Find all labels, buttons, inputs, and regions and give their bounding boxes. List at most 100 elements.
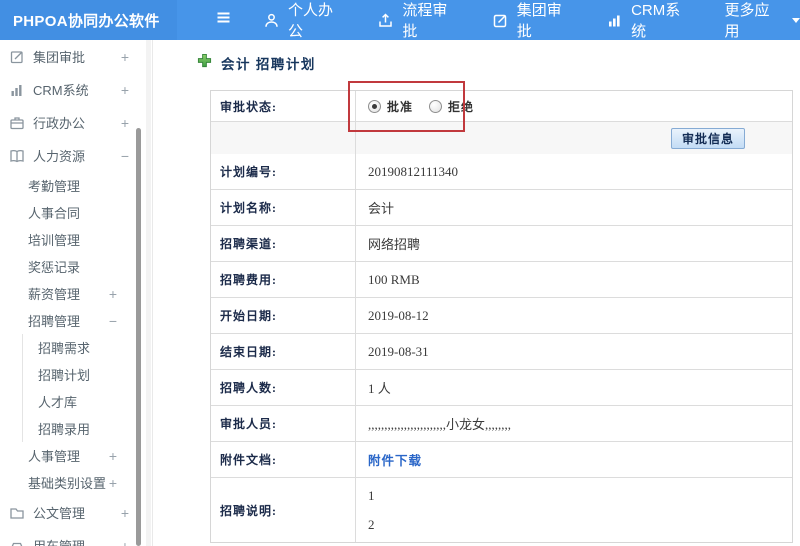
collapse-minus-icon[interactable]: −: [121, 148, 129, 164]
top-bar: PHPOA协同办公软件 个人办公 流程审批 集团审批 CRM系统 更多应用: [0, 0, 800, 40]
expand-plus-icon[interactable]: +: [121, 49, 129, 65]
expand-plus-icon[interactable]: +: [121, 538, 129, 546]
reject-radio[interactable]: [429, 99, 443, 113]
table-row: 结束日期: 2019-08-31: [211, 333, 792, 369]
sidebar-item-label: 薪资管理: [28, 287, 81, 302]
sidebar-item-13[interactable]: 招聘录用: [0, 415, 152, 442]
expand-plus-icon[interactable]: +: [109, 286, 117, 302]
sidebar: 集团审批 + CRM系统 + 行政办公 + 人力资源 − 考勤管理 人事合同培训管理奖惩记录薪资管…: [0, 40, 153, 546]
sidebar-item-15[interactable]: 基础类别设置 +: [0, 469, 152, 496]
sidebar-item-label: CRM系统: [33, 83, 89, 98]
approval-info-cell: 审批信息: [356, 122, 792, 154]
sidebar-item-8[interactable]: 薪资管理 +: [0, 280, 152, 307]
approval-status-row: 审批状态: 批准 拒绝: [211, 91, 792, 121]
sidebar-item-2[interactable]: 行政办公 +: [0, 106, 152, 139]
nav-label: 流程审批: [402, 2, 448, 40]
expand-plus-icon[interactable]: +: [109, 475, 117, 491]
app-logo: PHPOA协同办公软件: [0, 0, 177, 40]
sidebar-item-9[interactable]: 招聘管理 −: [0, 307, 152, 334]
sidebar-item-label: 用车管理: [33, 536, 85, 546]
menu-toggle-button[interactable]: [215, 9, 232, 31]
sidebar-item-5[interactable]: 人事合同: [0, 199, 152, 226]
chevron-down-icon: [792, 17, 800, 23]
nav-more-apps[interactable]: 更多应用: [725, 0, 800, 41]
table-row: 招聘渠道: 网络招聘: [211, 225, 792, 261]
sidebar-item-label: 基础类别设置: [28, 476, 107, 491]
recruitment-plan-form: 审批状态: 批准 拒绝 审批信息 计划编号: 20190812111340 计划名称…: [210, 90, 793, 543]
expand-plus-icon[interactable]: +: [109, 448, 117, 464]
form-rows: 计划编号: 20190812111340 计划名称: 会计 招聘渠道: 网络招聘 招聘费用:…: [211, 154, 792, 542]
chart-icon: [606, 12, 623, 29]
sidebar-item-label: 行政办公: [33, 116, 86, 131]
row-label: 计划名称:: [211, 190, 356, 225]
user-icon: [263, 12, 280, 29]
attachment-download-link[interactable]: 附件下载: [368, 450, 422, 469]
nav-crm-system[interactable]: CRM系统: [606, 0, 693, 41]
nav-label: CRM系统: [631, 2, 681, 40]
chart-icon: [9, 82, 25, 98]
sidebar-item-10[interactable]: 招聘需求: [0, 334, 152, 361]
approval-info-row: 审批信息: [211, 121, 792, 154]
row-label: 审批状态:: [211, 91, 356, 121]
add-icon: [197, 53, 212, 73]
sidebar-menu: 集团审批 + CRM系统 + 行政办公 + 人力资源 − 考勤管理 人事合同培训管理奖惩记录薪资管…: [0, 40, 152, 546]
row-label: 结束日期:: [211, 334, 356, 369]
sidebar-scrollbar[interactable]: [136, 128, 141, 546]
description-line: 1: [368, 487, 375, 503]
row-label: 附件文档:: [211, 442, 356, 477]
row-label: 招聘人数:: [211, 370, 356, 405]
row-value: 100 RMB: [368, 271, 420, 287]
nav-label: 个人办公: [288, 2, 334, 40]
approval-status-value: 批准 拒绝: [356, 91, 792, 121]
sidebar-item-label: 培训管理: [28, 233, 81, 248]
table-row: 计划名称: 会计: [211, 189, 792, 225]
nav-label: 集团审批: [516, 2, 562, 40]
row-value: 2019-08-12: [368, 307, 429, 323]
row-value: 网络招聘: [368, 237, 421, 252]
sidebar-item-label: 公文管理: [33, 506, 86, 521]
sidebar-item-6[interactable]: 培训管理: [0, 226, 152, 253]
sidebar-item-3[interactable]: 人力资源 −: [0, 139, 152, 172]
table-row: 招聘人数: 1 人: [211, 369, 792, 405]
row-value: 20190812111340: [368, 163, 459, 179]
sidebar-item-1[interactable]: CRM系统 +: [0, 73, 152, 106]
nav-label: 更多应用: [724, 2, 770, 40]
row-label: 招聘说明:: [211, 478, 356, 542]
expand-plus-icon[interactable]: +: [121, 115, 129, 131]
sidebar-item-4[interactable]: 考勤管理: [0, 172, 152, 199]
expand-plus-icon[interactable]: +: [121, 82, 129, 98]
nav-personal-office[interactable]: 个人办公: [263, 0, 346, 41]
row-value: 1 人: [368, 381, 391, 396]
briefcase-icon: [9, 115, 25, 131]
collapse-minus-icon[interactable]: −: [109, 313, 117, 329]
sidebar-item-12[interactable]: 人才库: [0, 388, 152, 415]
edit-icon: [9, 49, 25, 65]
row-label: 招聘渠道:: [211, 226, 356, 261]
table-row: 招聘说明: 1 2: [211, 477, 792, 542]
approval-info-button[interactable]: 审批信息: [671, 127, 746, 149]
flow-icon: [377, 12, 394, 29]
sidebar-item-7[interactable]: 奖惩记录: [0, 253, 152, 280]
nav-group-approval[interactable]: 集团审批: [492, 0, 575, 41]
row-label-empty: [211, 122, 356, 154]
row-label: 开始日期:: [211, 298, 356, 333]
sidebar-item-0[interactable]: 集团审批 +: [0, 40, 152, 73]
table-row: 计划编号: 20190812111340: [211, 154, 792, 189]
page-title: 会计 招聘计划: [221, 57, 316, 72]
sidebar-item-label: 人力资源: [33, 149, 86, 164]
reject-radio-label: 拒绝: [448, 99, 475, 114]
table-row: 开始日期: 2019-08-12: [211, 297, 792, 333]
app-window: PHPOA协同办公软件 个人办公 流程审批 集团审批 CRM系统 更多应用 集团…: [0, 0, 800, 546]
sidebar-item-16[interactable]: 公文管理 +: [0, 496, 152, 529]
sidebar-item-label: 奖惩记录: [28, 260, 81, 275]
row-value: ,,,,,,,,,,,,,,,,,,,,,,,,小龙女,,,,,,,,: [368, 417, 512, 432]
row-value: 附件下载: [356, 442, 792, 477]
expand-plus-icon[interactable]: +: [121, 505, 129, 521]
approve-radio[interactable]: [368, 99, 381, 113]
row-value: 会计: [368, 201, 395, 216]
row-value: 12: [356, 478, 792, 542]
nav-workflow-approval[interactable]: 流程审批: [377, 0, 460, 41]
sidebar-item-14[interactable]: 人事管理 +: [0, 442, 152, 469]
sidebar-item-17[interactable]: 用车管理 +: [0, 529, 152, 546]
sidebar-item-11[interactable]: 招聘计划: [0, 361, 152, 388]
